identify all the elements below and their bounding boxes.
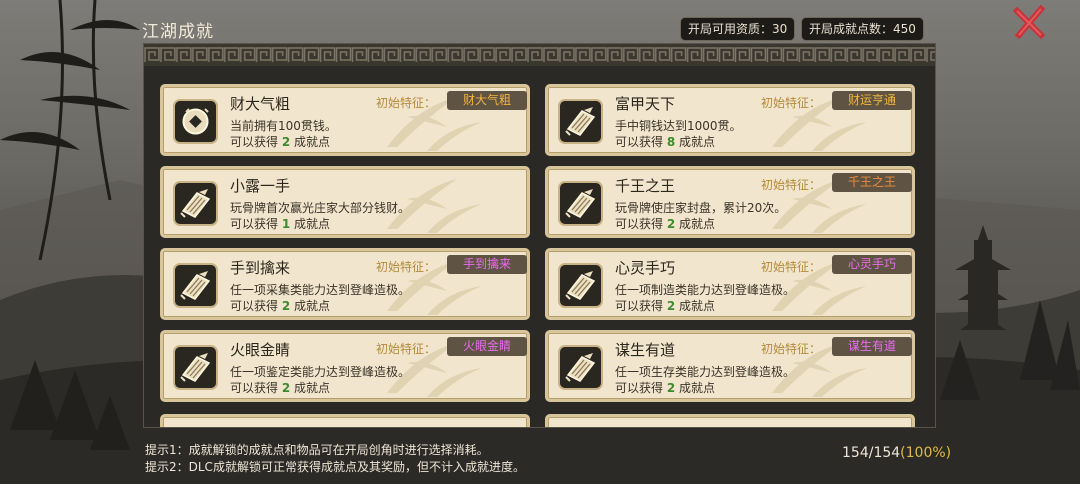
hint-line-2: 提示2：DLC成就解锁可正常获得成就点及其奖励，但不计入成就进度。 xyxy=(145,460,525,474)
achievement-card[interactable]: 谋生有道任一项生存类能力达到登峰造极。 可以获得 2 成就点 初始特征： 谋生有道 xyxy=(545,330,915,402)
achievement-list-panel[interactable]: 财大气粗 当前拥有100贯钱。 可以获得 2 成就点 初始特征： 财大气粗 富甲天下 手中铜… xyxy=(143,43,936,428)
achievement-card[interactable]: 火眼金睛任一项鉴定类能力达到登峰造极。 可以获得 2 成就点 初始特征： 火眼金睛 xyxy=(160,330,530,402)
achievement-name: 火眼金睛 xyxy=(230,341,291,359)
achievement-card[interactable]: 手到擒来任一项采集类能力达到登峰造极。 可以获得 2 成就点 初始特征： 手到擒来 xyxy=(160,248,530,320)
scroll-icon xyxy=(173,263,218,308)
achievement-description: 任一项采集类能力达到登峰造极。 xyxy=(230,283,411,297)
achievement-reward: 可以获得 2 成就点 xyxy=(230,379,330,396)
achievement-card[interactable]: 小露一手玩骨牌首次赢光庄家大部分钱财。 可以获得 1 成就点 xyxy=(160,166,530,238)
scroll-icon xyxy=(558,345,603,390)
achievement-card[interactable]: 心灵手巧任一项制造类能力达到登峰造极。 可以获得 2 成就点 初始特征： 心灵手巧 xyxy=(545,248,915,320)
achievement-description: 任一项生存类能力达到登峰造极。 xyxy=(615,365,796,379)
achievement-reward: 可以获得 2 成就点 xyxy=(615,297,715,314)
reward-points: 8 xyxy=(666,135,676,149)
reward-points: 1 xyxy=(281,217,291,231)
initial-trait-badge[interactable]: 财运亨通 xyxy=(832,91,912,110)
coin-icon xyxy=(173,99,218,144)
achievement-description: 任一项鉴定类能力达到登峰造极。 xyxy=(230,365,411,379)
reward-suffix: 成就点 xyxy=(294,299,331,313)
initial-trait-label: 初始特征： xyxy=(761,96,822,110)
achievement-progress: 154/154(100%) xyxy=(842,445,951,461)
reward-suffix: 成就点 xyxy=(294,381,331,395)
achievement-card[interactable]: 千王之王玩骨牌使庄家封盘，累计20次。 可以获得 2 成就点 初始特征： 千王之王 xyxy=(545,166,915,238)
achievement-description: 当前拥有100贯钱。 xyxy=(230,119,337,133)
achievement-name: 小露一手 xyxy=(230,177,291,195)
reward-points: 2 xyxy=(666,299,676,313)
reward-points: 2 xyxy=(281,135,291,149)
reward-points: 2 xyxy=(666,217,676,231)
reward-prefix: 可以获得 xyxy=(230,381,279,395)
achievement-reward: 可以获得 2 成就点 xyxy=(615,215,715,232)
achievement-description: 玩骨牌首次赢光庄家大部分钱财。 xyxy=(230,201,411,215)
reward-prefix: 可以获得 xyxy=(230,135,279,149)
initial-trait-label: 初始特征： xyxy=(376,260,437,274)
achievement-name: 谋生有道 xyxy=(615,341,676,359)
starting-points-stat: 开局成就点数：450 xyxy=(801,17,924,41)
achievement-reward: 可以获得 8 成就点 xyxy=(615,133,715,150)
progress-percent: (100%) xyxy=(900,445,952,461)
achievement-name: 心灵手巧 xyxy=(615,259,676,277)
scroll-icon xyxy=(173,181,218,226)
reward-prefix: 可以获得 xyxy=(615,299,664,313)
initial-trait-badge[interactable]: 心灵手巧 xyxy=(832,255,912,274)
scroll-icon xyxy=(558,263,603,308)
reward-points: 2 xyxy=(281,381,291,395)
initial-trait-badge[interactable]: 千王之王 xyxy=(832,173,912,192)
meander-border xyxy=(144,44,935,66)
initial-trait-badge[interactable]: 火眼金睛 xyxy=(447,337,527,356)
reward-points: 2 xyxy=(281,299,291,313)
reward-prefix: 可以获得 xyxy=(615,135,664,149)
reward-suffix: 成就点 xyxy=(679,381,716,395)
initial-trait-badge[interactable]: 财大气粗 xyxy=(447,91,527,110)
achievement-name: 千王之王 xyxy=(615,177,676,195)
initial-trait-label: 初始特征： xyxy=(761,260,822,274)
initial-trait-label: 初始特征： xyxy=(761,178,822,192)
reward-prefix: 可以获得 xyxy=(230,299,279,313)
progress-count: 154/154 xyxy=(842,445,901,461)
achievement-description: 玩骨牌使庄家封盘，累计20次。 xyxy=(615,201,787,215)
hint-line-1: 提示1：成就解锁的成就点和物品可在开局创角时进行选择消耗。 xyxy=(145,443,489,457)
reward-prefix: 可以获得 xyxy=(230,217,279,231)
scroll-icon xyxy=(558,99,603,144)
achievement-name: 手到擒来 xyxy=(230,259,291,277)
starting-qualification-stat: 开局可用资质：30 xyxy=(680,17,796,41)
initial-trait-label: 初始特征： xyxy=(376,96,437,110)
reward-suffix: 成就点 xyxy=(679,135,716,149)
initial-trait-badge[interactable]: 谋生有道 xyxy=(832,337,912,356)
initial-trait-label: 初始特征： xyxy=(376,342,437,356)
achievement-reward: 可以获得 2 成就点 xyxy=(230,297,330,314)
initial-trait-label: 初始特征： xyxy=(761,342,822,356)
reward-points: 2 xyxy=(666,381,676,395)
reward-suffix: 成就点 xyxy=(679,299,716,313)
achievement-card-partial[interactable] xyxy=(160,414,530,427)
achievement-card[interactable]: 财大气粗当前拥有100贯钱。 可以获得 2 成就点 初始特征： 财大气粗 xyxy=(160,84,530,156)
achievement-reward: 可以获得 2 成就点 xyxy=(230,133,330,150)
scroll-icon xyxy=(558,181,603,226)
initial-trait-badge[interactable]: 手到擒来 xyxy=(447,255,527,274)
reward-suffix: 成就点 xyxy=(294,217,331,231)
achievement-name: 财大气粗 xyxy=(230,95,291,113)
achievement-name: 富甲天下 xyxy=(615,95,676,113)
achievement-card[interactable]: 富甲天下手中铜钱达到1000贯。 可以获得 8 成就点 初始特征： 财运亨通 xyxy=(545,84,915,156)
reward-prefix: 可以获得 xyxy=(615,217,664,231)
scroll-icon xyxy=(173,345,218,390)
achievement-card-partial[interactable] xyxy=(545,414,915,427)
reward-suffix: 成就点 xyxy=(294,135,331,149)
achievement-reward: 可以获得 2 成就点 xyxy=(615,379,715,396)
reward-suffix: 成就点 xyxy=(679,217,716,231)
achievement-description: 任一项制造类能力达到登峰造极。 xyxy=(615,283,796,297)
close-icon[interactable] xyxy=(1013,5,1047,39)
achievement-description: 手中铜钱达到1000贯。 xyxy=(615,119,742,133)
page-title: 江湖成就 xyxy=(142,22,214,42)
reward-prefix: 可以获得 xyxy=(615,381,664,395)
achievement-reward: 可以获得 1 成就点 xyxy=(230,215,330,232)
